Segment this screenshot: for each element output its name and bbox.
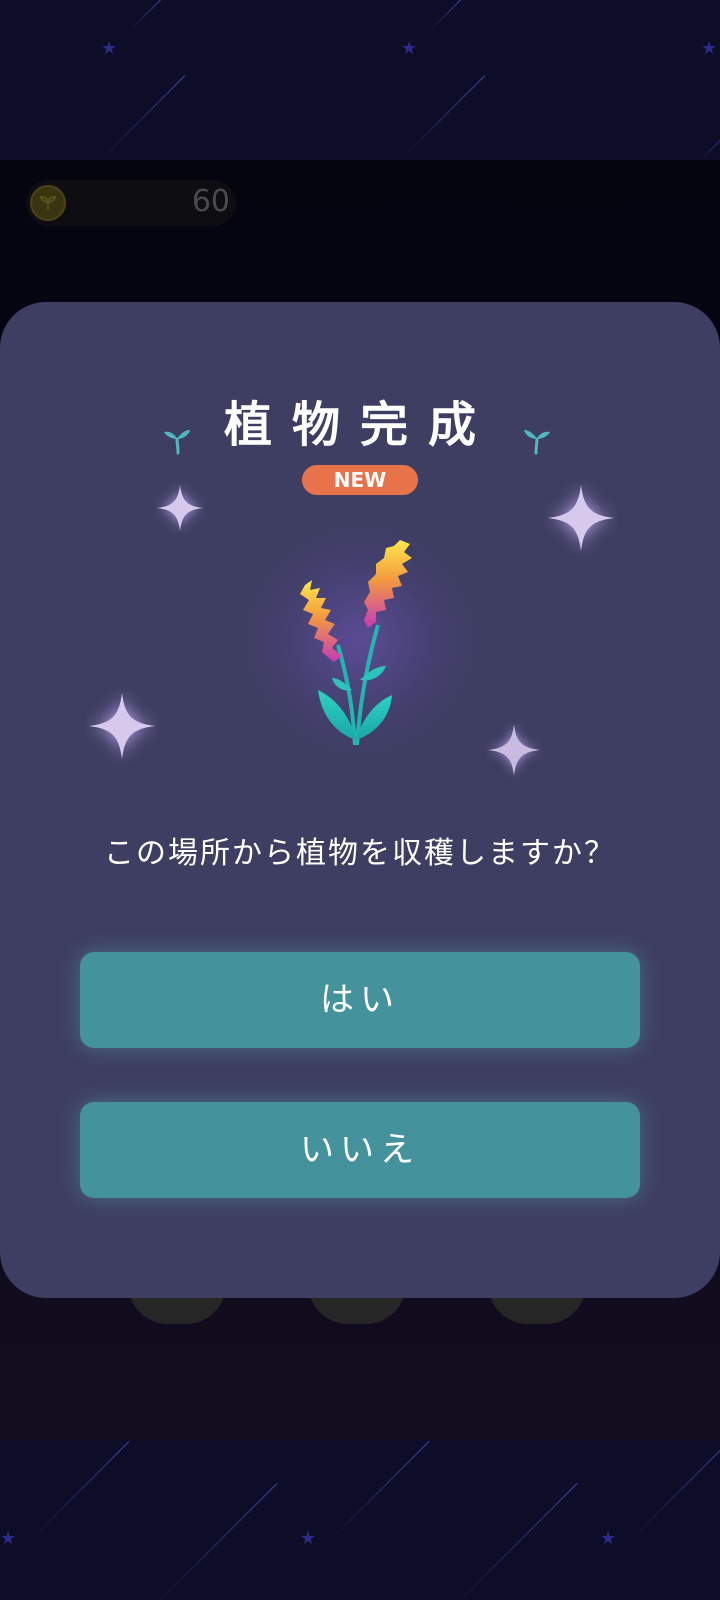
star-icon: ★ xyxy=(0,1528,17,1549)
background-streak xyxy=(29,1441,130,1541)
sprout-icon xyxy=(524,430,550,455)
new-badge: NEW xyxy=(302,465,418,495)
dialog-title: 植物完成 xyxy=(223,397,496,453)
background-streak xyxy=(399,75,486,160)
coin-count: 60 xyxy=(191,184,230,219)
background-bottom-band: ★ ★ ★ xyxy=(0,1440,720,1600)
coin-icon xyxy=(30,185,66,221)
background-streak xyxy=(429,0,462,31)
star-icon: ★ xyxy=(701,38,718,59)
sparkle-icon xyxy=(88,692,156,760)
background-streak xyxy=(149,1482,278,1600)
background-streak xyxy=(129,0,162,31)
sprout-icon xyxy=(164,430,190,455)
background-streak xyxy=(449,1482,578,1600)
background-streak xyxy=(699,131,720,160)
background-streak xyxy=(629,1441,720,1541)
star-icon: ★ xyxy=(401,38,418,59)
star-icon: ★ xyxy=(600,1528,617,1549)
sparkle-icon xyxy=(488,724,540,776)
yes-button[interactable]: はい xyxy=(80,952,640,1048)
harvest-question: この場所から植物を収穫しますか？ xyxy=(104,836,616,871)
star-icon: ★ xyxy=(300,1528,317,1549)
star-icon: ★ xyxy=(101,38,118,59)
sparkle-icon xyxy=(157,485,203,531)
flower-plant-icon xyxy=(300,540,412,746)
sparkle-icon xyxy=(547,484,615,552)
sprout-mark-icon xyxy=(39,195,57,210)
background-top-band: ★ ★ ★ xyxy=(0,0,720,160)
background-streak xyxy=(99,75,186,160)
no-button[interactable]: いいえ xyxy=(80,1102,640,1198)
background-streak xyxy=(329,1441,430,1541)
